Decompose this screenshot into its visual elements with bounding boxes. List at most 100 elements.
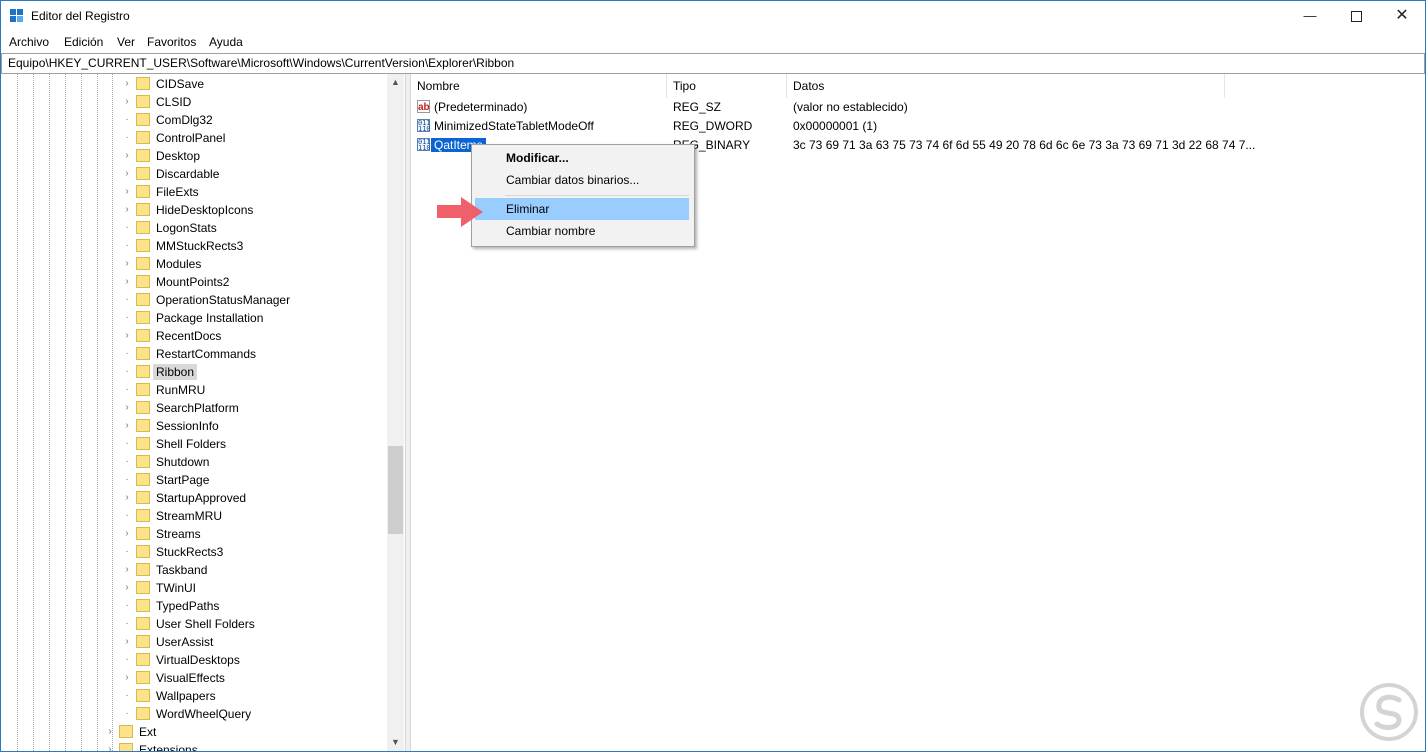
scroll-down-icon[interactable]: ▼ <box>387 734 404 751</box>
tree-item-label: ControlPanel <box>156 131 226 145</box>
scroll-up-icon[interactable]: ▲ <box>387 74 404 91</box>
tree-connector-icon: · <box>125 114 129 125</box>
tree-item[interactable]: › SessionInfo <box>1 417 381 435</box>
expand-chevron-icon[interactable]: › <box>122 150 132 162</box>
tree-item[interactable]: › Discardable <box>1 165 381 183</box>
expand-chevron-icon[interactable]: › <box>122 96 132 108</box>
menu-item-eliminar[interactable]: Eliminar <box>475 198 689 220</box>
expand-chevron-icon[interactable]: › <box>122 168 132 180</box>
tree-item[interactable]: › TWinUI <box>1 579 381 597</box>
expand-chevron-icon[interactable]: › <box>105 726 115 738</box>
menu-ayuda[interactable]: Ayuda <box>209 35 243 49</box>
tree-item[interactable]: › RecentDocs <box>1 327 381 345</box>
address-bar[interactable]: Equipo\HKEY_CURRENT_USER\Software\Micros… <box>1 53 1425 74</box>
value-name: MinimizedStateTabletModeOff <box>434 119 594 133</box>
tree-connector-icon: · <box>125 438 129 449</box>
tree-item[interactable]: · StuckRects3 <box>1 543 381 561</box>
expand-chevron-icon[interactable]: › <box>122 276 132 288</box>
tree-connector-icon: · <box>125 222 129 233</box>
tree-item[interactable]: › StartupApproved <box>1 489 381 507</box>
tree-item[interactable]: › Extensions <box>1 741 381 751</box>
expand-chevron-icon[interactable]: › <box>122 582 132 594</box>
scroll-thumb[interactable] <box>388 446 403 534</box>
close-button[interactable]: ✕ <box>1379 1 1425 32</box>
tree-item[interactable]: · StreamMRU <box>1 507 381 525</box>
tree-item[interactable]: › CIDSave <box>1 75 381 93</box>
tree-item[interactable]: › HideDesktopIcons <box>1 201 381 219</box>
maximize-button[interactable] <box>1333 1 1379 32</box>
tree-item[interactable]: › CLSID <box>1 93 381 111</box>
folder-icon <box>136 239 150 252</box>
tree-item[interactable]: · ComDlg32 <box>1 111 381 129</box>
tree-item[interactable]: · TypedPaths <box>1 597 381 615</box>
tree-item[interactable]: · WordWheelQuery <box>1 705 381 723</box>
expand-chevron-icon[interactable]: › <box>122 78 132 90</box>
expand-chevron-icon[interactable]: › <box>122 420 132 432</box>
menu-edicion[interactable]: Edición <box>64 35 103 49</box>
expand-chevron-icon[interactable]: › <box>122 528 132 540</box>
menu-item-modificar[interactable]: Modificar... <box>475 147 689 169</box>
folder-icon <box>136 95 150 108</box>
tree-item[interactable]: · RestartCommands <box>1 345 381 363</box>
tree-item[interactable]: › VisualEffects <box>1 669 381 687</box>
tree-item[interactable]: › FileExts <box>1 183 381 201</box>
tree-item[interactable]: › UserAssist <box>1 633 381 651</box>
tree-item[interactable]: · LogonStats <box>1 219 381 237</box>
value-row[interactable]: ab (Predeterminado) REG_SZ (valor no est… <box>411 98 1425 117</box>
tree-item-label: RunMRU <box>156 383 206 397</box>
tree-item[interactable]: · RunMRU <box>1 381 381 399</box>
tree-item[interactable]: › Desktop <box>1 147 381 165</box>
expand-chevron-icon[interactable]: › <box>122 204 132 216</box>
column-header-datos[interactable]: Datos <box>787 74 1225 98</box>
expand-chevron-icon[interactable]: › <box>122 564 132 576</box>
menu-favoritos[interactable]: Favoritos <box>147 35 196 49</box>
tree-item[interactable]: · Shutdown <box>1 453 381 471</box>
tree-item[interactable]: · OperationStatusManager <box>1 291 381 309</box>
menu-item-cambiar-nombre[interactable]: Cambiar nombre <box>475 220 689 242</box>
tree-item[interactable]: · VirtualDesktops <box>1 651 381 669</box>
column-header-tipo[interactable]: Tipo <box>667 74 787 98</box>
expand-chevron-icon[interactable]: › <box>122 186 132 198</box>
folder-icon <box>136 311 150 324</box>
expand-chevron-icon[interactable]: › <box>105 744 115 751</box>
menu-ver[interactable]: Ver <box>117 35 135 49</box>
column-header-nombre[interactable]: Nombre <box>411 74 667 98</box>
tree-item[interactable]: · User Shell Folders <box>1 615 381 633</box>
tree-item[interactable]: › Taskband <box>1 561 381 579</box>
tree-scrollbar[interactable]: ▲ ▼ <box>387 74 404 751</box>
expand-chevron-icon[interactable]: › <box>122 402 132 414</box>
string-value-icon: ab <box>417 100 430 113</box>
tree-item[interactable]: › Modules <box>1 255 381 273</box>
expand-chevron-icon[interactable]: › <box>122 636 132 648</box>
tree-item-label: StartupApproved <box>156 491 247 505</box>
tree-item[interactable]: · Package Installation <box>1 309 381 327</box>
expand-chevron-icon[interactable]: › <box>122 258 132 270</box>
tree-item[interactable]: › SearchPlatform <box>1 399 381 417</box>
tree-item[interactable]: · Ribbon <box>1 363 381 381</box>
expand-chevron-icon[interactable]: › <box>122 492 132 504</box>
tree-item[interactable]: › Ext <box>1 723 381 741</box>
tree-item[interactable]: › MountPoints2 <box>1 273 381 291</box>
tree-item-label: LogonStats <box>156 221 217 235</box>
tree-item[interactable]: · Shell Folders <box>1 435 381 453</box>
folder-icon <box>136 599 150 612</box>
context-menu: Modificar... Cambiar datos binarios... E… <box>471 144 695 247</box>
tree-item[interactable]: › Streams <box>1 525 381 543</box>
tree-connector-icon: · <box>125 312 129 323</box>
tree-item[interactable]: · MMStuckRects3 <box>1 237 381 255</box>
menu-item-cambiar-datos-binarios[interactable]: Cambiar datos binarios... <box>475 169 689 191</box>
key-tree-pane[interactable]: › CIDSave › CLSID · ComDlg32 · ControlPanel › Des… <box>1 74 405 751</box>
minimize-button[interactable]: — <box>1287 1 1333 32</box>
folder-icon <box>136 635 150 648</box>
tree-item-label: Wallpapers <box>156 689 216 703</box>
folder-icon <box>136 527 150 540</box>
expand-chevron-icon[interactable]: › <box>122 330 132 342</box>
tree-item[interactable]: · ControlPanel <box>1 129 381 147</box>
expand-chevron-icon[interactable]: › <box>122 672 132 684</box>
tree-item[interactable]: · StartPage <box>1 471 381 489</box>
tree-item[interactable]: · Wallpapers <box>1 687 381 705</box>
menu-archivo[interactable]: Archivo <box>9 35 49 49</box>
value-row[interactable]: 011 110 MinimizedStateTabletModeOff REG_D… <box>411 117 1425 136</box>
folder-icon <box>136 221 150 234</box>
folder-icon <box>136 581 150 594</box>
